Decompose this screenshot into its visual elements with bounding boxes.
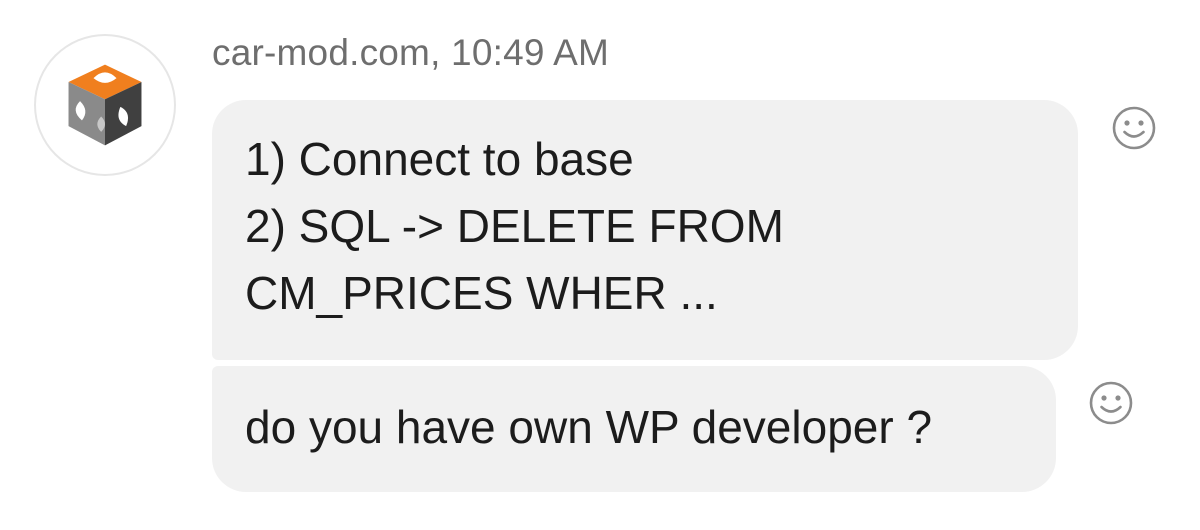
message-bubble[interactable]: do you have own WP developer ? (212, 366, 1056, 492)
message-bubble[interactable]: 1) Connect to base 2) SQL -> DELETE FROM… (212, 100, 1078, 360)
message-text-line: CM_PRICES WHER ... (245, 267, 718, 319)
message-sender-timestamp: car-mod.com, 10:49 AM (212, 32, 609, 73)
message-text-line: do you have own WP developer ? (245, 401, 933, 453)
add-reaction-button[interactable] (1087, 379, 1135, 427)
smiley-icon (1089, 381, 1133, 425)
message-text-line: 1) Connect to base (245, 133, 634, 185)
add-reaction-button[interactable] (1110, 104, 1158, 152)
avatar[interactable] (36, 36, 174, 174)
smiley-icon (1112, 106, 1156, 150)
message-text-line: 2) SQL -> DELETE FROM (245, 200, 784, 252)
car-mod-logo-icon (68, 64, 142, 146)
